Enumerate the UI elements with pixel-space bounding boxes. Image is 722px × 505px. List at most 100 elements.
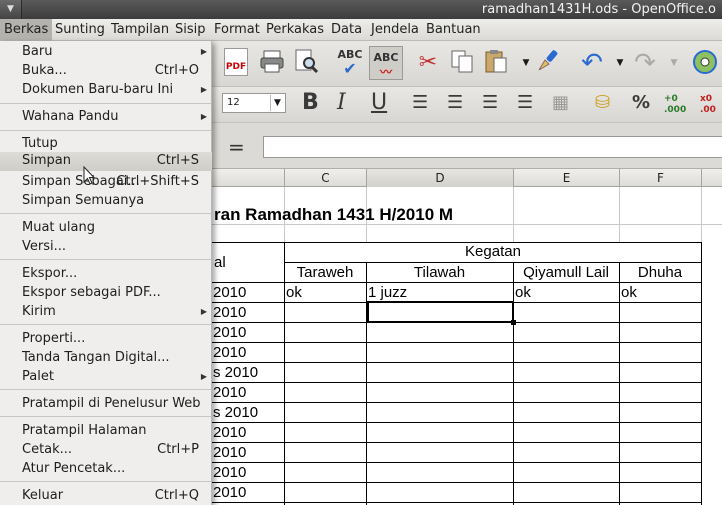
menu-item-simpan-semuanya[interactable]: Simpan Semuanya: [0, 192, 212, 210]
copy-icon[interactable]: [447, 48, 477, 78]
paste-icon[interactable]: [481, 48, 511, 78]
menu-sisip[interactable]: Sisip: [175, 22, 206, 37]
sheet-title: ran Ramadhan 1431 H/2010 M: [214, 205, 454, 224]
title-bar: ▼ ramadhan1431H.ods - OpenOffice.o: [0, 0, 722, 19]
cell-f4[interactable]: ok: [621, 284, 637, 301]
column-header-c[interactable]: C: [285, 169, 367, 187]
column-header-d[interactable]: D: [367, 169, 514, 187]
menu-jendela[interactable]: Jendela: [371, 22, 419, 37]
menu-format[interactable]: Format: [214, 22, 260, 37]
menu-separator: [0, 481, 211, 482]
cell-d4[interactable]: 1 juzz: [368, 284, 407, 301]
menu-sunting[interactable]: Sunting: [55, 22, 105, 37]
page-preview-icon[interactable]: [291, 48, 321, 78]
submenu-arrow-icon: ▶: [200, 47, 207, 56]
paintbrush-icon[interactable]: [533, 48, 563, 78]
cell-c4[interactable]: ok: [286, 284, 302, 301]
file-menu: Baru ▶ Buka... Ctrl+O Dokumen Baru-baru In…: [0, 41, 212, 505]
redo-icon[interactable]: ↷: [630, 48, 660, 78]
submenu-arrow-icon: ▶: [200, 372, 207, 381]
header-qiyamull-lail: Qiyamull Lail: [523, 264, 609, 281]
undo-icon[interactable]: ↶: [577, 48, 607, 78]
merge-cells-icon[interactable]: ▦: [552, 89, 569, 117]
chevron-down-icon[interactable]: ▼: [270, 95, 284, 111]
menu-item-kirim[interactable]: Kirim ▶: [0, 303, 212, 321]
date-cell[interactable]: 2010: [213, 304, 246, 321]
menu-item-dokumen-baru[interactable]: Dokumen Baru-baru Ini ▶: [0, 81, 212, 99]
menu-item-simpan[interactable]: Simpan Ctrl+S: [0, 152, 212, 171]
menu-separator: [0, 259, 211, 260]
menu-berkas[interactable]: Berkas: [0, 19, 53, 41]
menu-item-palet[interactable]: Palet ▶: [0, 368, 212, 386]
menu-item-ekspor-pdf[interactable]: Ekspor sebagai PDF...: [0, 284, 212, 302]
menu-item-tanda-tangan[interactable]: Tanda Tangan Digital...: [0, 349, 212, 367]
date-cell[interactable]: 2010: [213, 344, 246, 361]
navigator-icon[interactable]: [690, 48, 720, 78]
menu-item-keluar[interactable]: Keluar Ctrl+Q: [0, 487, 212, 505]
align-right-icon[interactable]: ☰: [482, 89, 498, 117]
header-kegatan: Kegatan: [465, 243, 521, 260]
underline-icon[interactable]: U: [371, 89, 387, 117]
menu-tampilan[interactable]: Tampilan: [111, 22, 169, 37]
date-cell[interactable]: s 2010: [213, 364, 258, 381]
header-dhuha: Dhuha: [637, 264, 683, 281]
currency-icon[interactable]: ⛁: [595, 89, 610, 117]
menu-item-ekspor[interactable]: Ekspor...: [0, 265, 212, 283]
submenu-arrow-icon: ▶: [200, 85, 207, 94]
menu-item-versi[interactable]: Versi...: [0, 238, 212, 256]
column-header-e[interactable]: E: [514, 169, 620, 187]
date-cell[interactable]: 2010: [213, 484, 246, 501]
cell-e4[interactable]: ok: [515, 284, 531, 301]
submenu-arrow-icon: ▶: [200, 112, 207, 121]
justify-icon[interactable]: ☰: [517, 89, 533, 117]
formula-input[interactable]: [263, 136, 722, 158]
menu-separator: [0, 130, 211, 131]
fill-handle[interactable]: [511, 320, 516, 325]
date-cell[interactable]: 2010: [213, 384, 246, 401]
pdf-icon[interactable]: PDF: [224, 48, 248, 76]
bold-icon[interactable]: B: [302, 89, 319, 117]
add-decimal-icon[interactable]: +0.000: [664, 94, 686, 122]
print-icon[interactable]: [257, 48, 287, 78]
menu-bantuan[interactable]: Bantuan: [426, 22, 481, 37]
menu-perkakas[interactable]: Perkakas: [266, 22, 324, 37]
date-cell[interactable]: 2010: [213, 444, 246, 461]
menu-item-buka[interactable]: Buka... Ctrl+O: [0, 62, 212, 80]
menu-item-muat-ulang[interactable]: Muat ulang: [0, 219, 212, 237]
menu-bar: Berkas Sunting Tampilan Sisip Format Per…: [0, 19, 722, 41]
menu-item-cetak[interactable]: Cetak... Ctrl+P: [0, 441, 212, 459]
date-cell[interactable]: 2010: [213, 424, 246, 441]
menu-item-pratampil-web[interactable]: Pratampil di Penelusur Web: [0, 395, 212, 413]
mouse-pointer-icon: [83, 165, 97, 186]
menu-item-atur-pencetak[interactable]: Atur Pencetak...: [0, 460, 212, 478]
align-center-icon[interactable]: ☰: [447, 89, 463, 117]
font-size-box[interactable]: 12 ▼: [222, 93, 286, 113]
date-cell[interactable]: 2010: [213, 284, 246, 301]
menu-item-pratampil-halaman[interactable]: Pratampil Halaman: [0, 422, 212, 440]
date-cell[interactable]: 2010: [213, 324, 246, 341]
abc-spellcheck-icon[interactable]: ABC ✔: [335, 48, 365, 78]
date-cell[interactable]: s 2010: [213, 404, 258, 421]
submenu-arrow-icon: ▶: [200, 307, 207, 316]
redo-dropdown-icon[interactable]: ▼: [659, 48, 689, 78]
menu-item-simpan-sebagai[interactable]: Simpan Sebagai... Ctrl+Shift+S: [0, 173, 212, 191]
date-cell[interactable]: 2010: [213, 464, 246, 481]
selected-cell-d5[interactable]: [367, 301, 516, 325]
menu-item-tutup[interactable]: Tutup: [0, 135, 212, 153]
header-taraweh: Taraweh: [296, 264, 354, 281]
window-menu-icon[interactable]: ▼: [0, 0, 22, 19]
menu-item-wahana-pandu[interactable]: Wahana Pandu ▶: [0, 108, 212, 126]
column-header-b[interactable]: [212, 169, 285, 187]
align-left-icon[interactable]: ☰: [412, 89, 428, 117]
menu-separator: [0, 416, 211, 417]
italic-icon[interactable]: I: [337, 89, 346, 117]
menu-data[interactable]: Data: [331, 22, 362, 37]
menu-item-baru[interactable]: Baru ▶: [0, 43, 212, 61]
delete-decimal-icon[interactable]: x0.00: [700, 94, 716, 122]
formula-equals-icon[interactable]: =: [228, 135, 245, 159]
percent-icon[interactable]: %: [632, 89, 650, 117]
menu-item-properti[interactable]: Properti...: [0, 330, 212, 348]
abc-autospell-icon[interactable]: ABC 〰: [369, 46, 403, 80]
scissors-icon[interactable]: ✂: [413, 48, 443, 78]
column-header-f[interactable]: F: [620, 169, 702, 187]
